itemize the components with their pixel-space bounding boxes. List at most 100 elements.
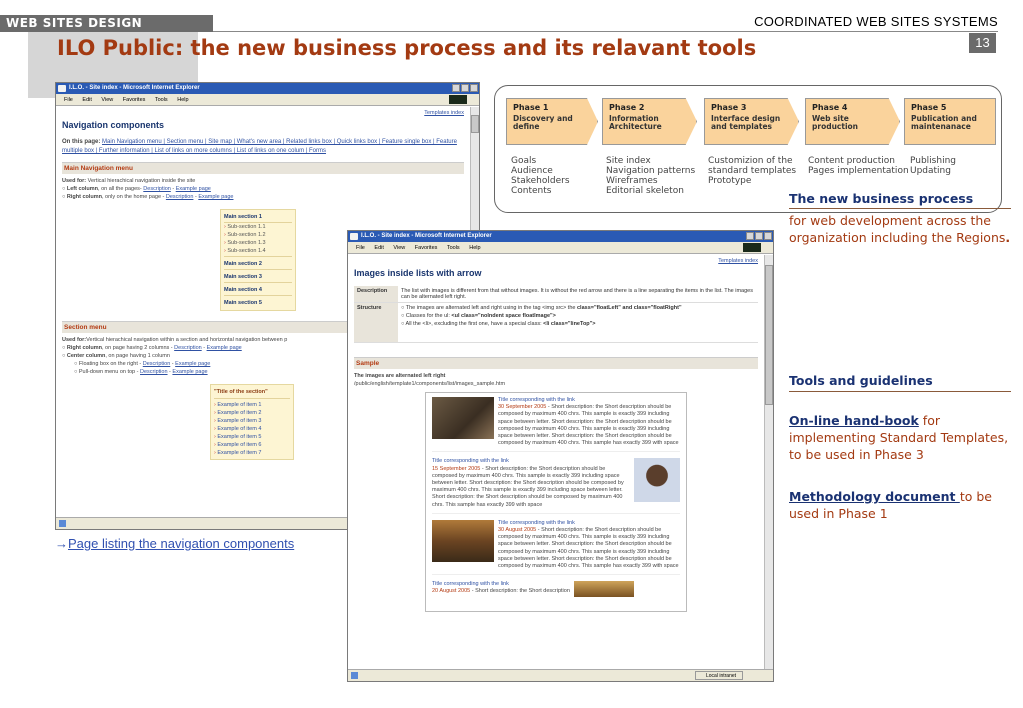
section-item-link[interactable]: Example of item 2 (214, 409, 290, 417)
sub-section-link[interactable]: Sub-section 1.2 (224, 231, 292, 239)
maximize-button[interactable] (755, 232, 763, 240)
sub-section-link[interactable]: Sub-section 1.4 (224, 247, 292, 257)
phase-1-list: Goals Audience Stakeholders Contents (511, 156, 570, 196)
menu-tools[interactable]: Tools (155, 97, 168, 103)
menu-file[interactable]: File (64, 97, 73, 103)
sub-section-link[interactable]: Sub-section 1.1 (224, 223, 292, 231)
example-page-link[interactable]: Example page (198, 194, 233, 200)
phase-5-arrow: Phase 5 Publication and maintenanace (904, 98, 996, 145)
templates-index-link[interactable]: Templates index (62, 110, 464, 116)
page-content: Templates index Images inside lists with… (348, 255, 764, 669)
item-text: - Short description: the Short descripti… (470, 588, 570, 595)
arrow-icon: → (55, 536, 68, 551)
status-bar: Local intranet (348, 669, 773, 681)
sample-subtitle: The images are alternated left right (354, 373, 446, 379)
description-link[interactable]: Description (166, 194, 194, 200)
menu-bar: File Edit View Favorites Tools Help (56, 94, 479, 106)
on-this-page-label: On this page: (62, 139, 101, 145)
section-item-link[interactable]: Example of item 3 (214, 417, 290, 425)
list-item: Title corresponding with the link 15 Sep… (432, 458, 680, 514)
main-section-link[interactable]: Main section 3 (224, 270, 292, 283)
header-right-label: COORDINATED WEB SITES SYSTEMS (754, 14, 998, 29)
on-this-page: On this page: Main Navigation menu | Sec… (62, 138, 464, 156)
page-title: ILO Public: the new business process and… (57, 36, 757, 60)
main-nav-heading: Main Navigation menu (62, 162, 464, 174)
main-section-link[interactable]: Main section 1 (224, 212, 292, 223)
menu-view[interactable]: View (101, 97, 113, 103)
phase-3-list: Customizion of the standard templates Pr… (708, 156, 797, 186)
menu-view[interactable]: View (393, 245, 405, 251)
menu-file[interactable]: File (356, 245, 365, 251)
phase-desc: Interface design and templates (711, 114, 781, 131)
section-item-link[interactable]: Example of item 7 (214, 449, 290, 457)
section-item-link[interactable]: Example of item 6 (214, 441, 290, 449)
phase-desc: Information Architecture (609, 114, 662, 131)
item-title-link[interactable]: Title corresponding with the link (432, 458, 630, 465)
phase-1-arrow: Phase 1 Discovery and define (506, 98, 598, 145)
main-section-link[interactable]: Main section 5 (224, 296, 292, 308)
phase-2-list: Site index Navigation patterns Wireframe… (606, 156, 696, 196)
page-number: 13 (969, 33, 996, 53)
section-item-link[interactable]: Example of item 1 (214, 399, 290, 409)
phase-name: Phase 4 (812, 103, 848, 112)
example-page-link[interactable]: Example page (175, 361, 210, 367)
section-item-link[interactable]: Example of item 4 (214, 425, 290, 433)
scrollbar-thumb[interactable] (471, 115, 479, 133)
phase-5-list: Publishing Updating (910, 156, 956, 176)
menu-favorites[interactable]: Favorites (123, 97, 146, 103)
menu-edit[interactable]: Edit (82, 97, 91, 103)
description-link[interactable]: Description (143, 186, 171, 192)
close-button[interactable] (764, 232, 772, 240)
item-title-link[interactable]: Title corresponding with the link (498, 520, 680, 527)
example-page-link[interactable]: Example page (176, 186, 211, 192)
description-link[interactable]: Description (143, 361, 171, 367)
content-heading: Navigation components (62, 120, 165, 130)
menu-tools[interactable]: Tools (447, 245, 460, 251)
menu-help[interactable]: Help (177, 97, 188, 103)
example-page-link[interactable]: Example page (172, 369, 207, 375)
window-title: I.L.O. - Site index - Microsoft Internet… (69, 85, 200, 91)
section-title: "Title of the section" (214, 387, 290, 399)
sample-path: /public/english/template1/components/lis… (354, 381, 506, 387)
menu-help[interactable]: Help (469, 245, 480, 251)
maximize-button[interactable] (461, 84, 469, 92)
handbook-paragraph: On-line hand-book for implementing Stand… (789, 413, 1009, 462)
main-section-link[interactable]: Main section 4 (224, 283, 292, 296)
on-this-page-links[interactable]: Main Navigation menu | Section menu | Si… (62, 139, 457, 154)
window-titlebar: I.L.O. - Site index - Microsoft Internet… (56, 83, 479, 94)
minimize-button[interactable] (452, 84, 460, 92)
handbook-link[interactable]: On-line hand-book (789, 413, 919, 428)
page-status-icon (351, 672, 358, 679)
phase-name: Phase 2 (609, 103, 645, 112)
close-button[interactable] (470, 84, 478, 92)
windows-logo-icon (449, 95, 467, 104)
sub-section-link[interactable]: Sub-section 1.3 (224, 239, 292, 247)
menu-favorites[interactable]: Favorites (415, 245, 438, 251)
menu-edit[interactable]: Edit (374, 245, 383, 251)
navigation-components-link[interactable]: →Page listing the navigation components (55, 536, 294, 551)
section-item-link[interactable]: Example of item 5 (214, 433, 290, 441)
phase-4-list: Content production Pages implementation (808, 156, 909, 176)
phase-name: Phase 3 (711, 103, 747, 112)
phase-4-arrow: Phase 4 Web site production (805, 98, 900, 145)
menu-bar: File Edit View Favorites Tools Help (348, 242, 773, 254)
example-page-link[interactable]: Example page (207, 345, 242, 351)
minimize-button[interactable] (746, 232, 754, 240)
header-left-label: WEB SITES DESIGN (0, 15, 213, 32)
navigation-components-link-text[interactable]: Page listing the navigation components (68, 536, 294, 551)
methodology-link[interactable]: Methodology document (789, 489, 960, 504)
windows-logo-icon (743, 243, 761, 252)
item-title-link[interactable]: Title corresponding with the link (498, 397, 680, 404)
main-section-link[interactable]: Main section 2 (224, 257, 292, 270)
building-photo (573, 581, 634, 598)
list-item: Title corresponding with the link 20 Aug… (432, 581, 680, 601)
item-title-link[interactable]: Title corresponding with the link (432, 581, 570, 588)
scrollbar-thumb[interactable] (765, 265, 773, 405)
templates-index-link[interactable]: Templates index (354, 258, 758, 264)
description-link[interactable]: Description (140, 369, 168, 375)
content-heading: Images inside lists with arrow (354, 268, 482, 278)
vertical-scrollbar[interactable] (764, 255, 773, 669)
description-link[interactable]: Description (174, 345, 202, 351)
phase-desc: Web site production (812, 114, 859, 131)
business-process-text: for web development across the organizat… (789, 213, 1011, 245)
